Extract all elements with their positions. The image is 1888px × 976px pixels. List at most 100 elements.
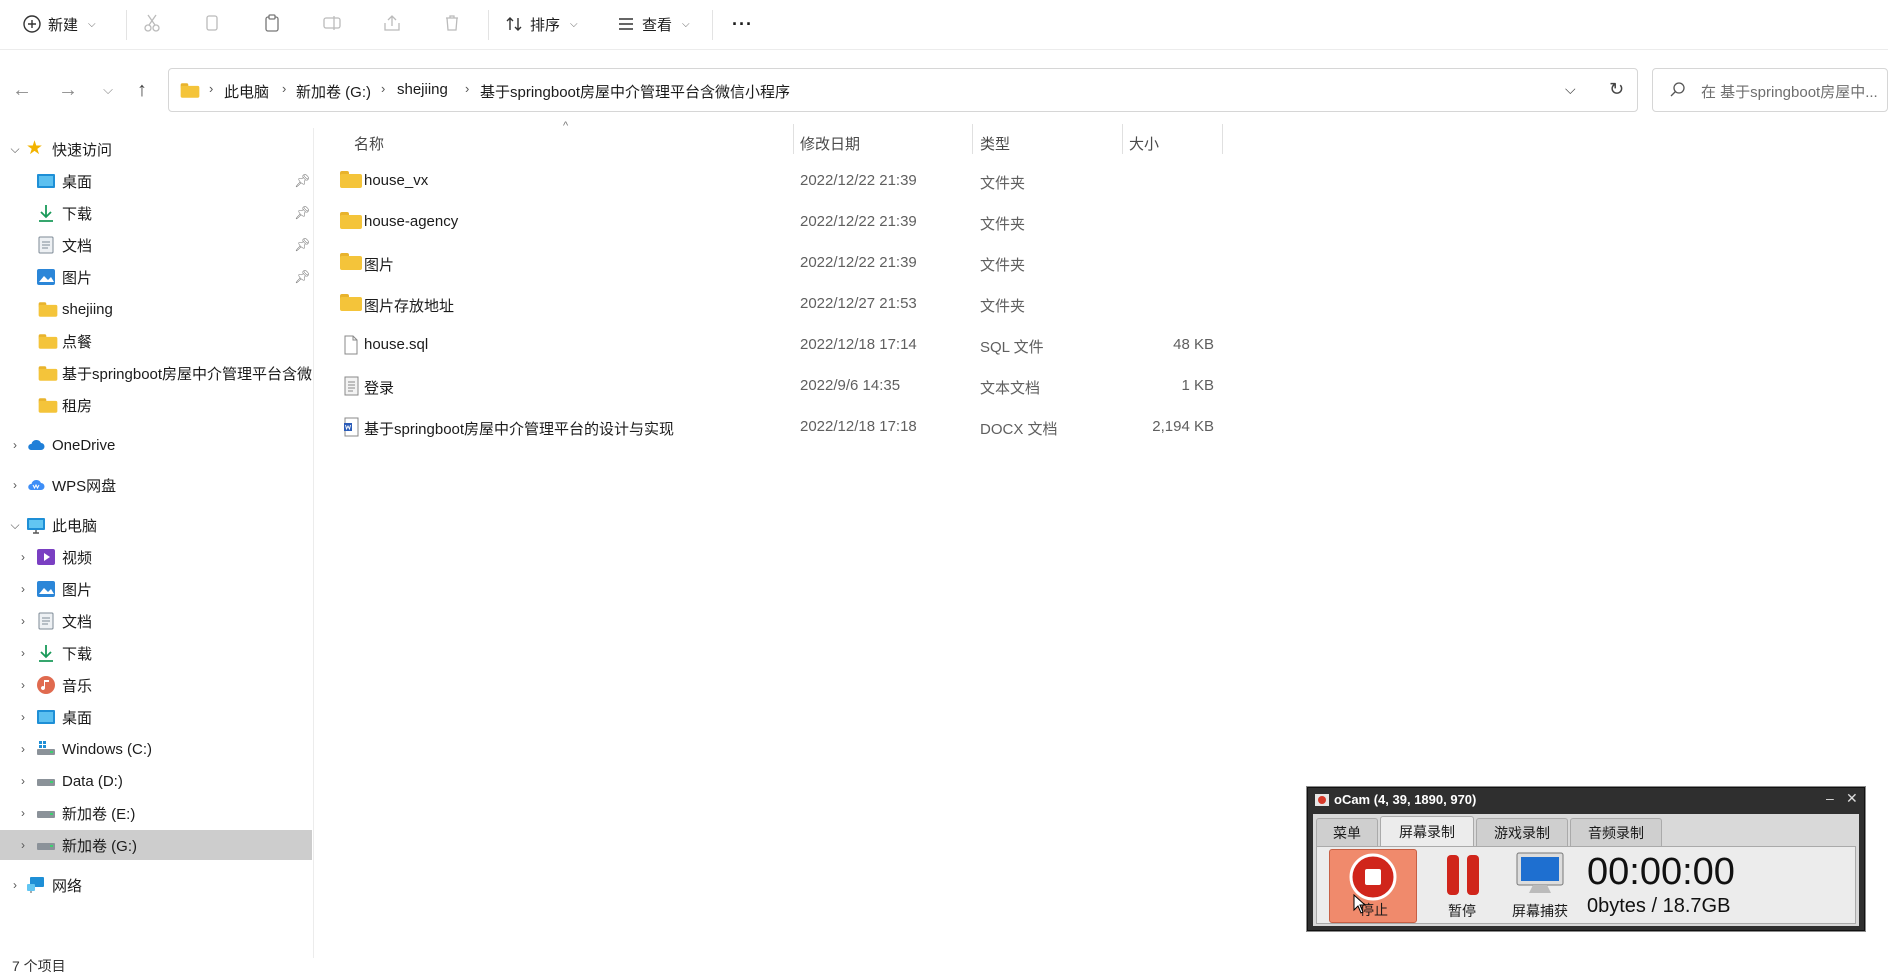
address-bar[interactable]: › 此电脑 › 新加卷 (G:) › shejiing › 基于springbo… (168, 68, 1638, 112)
pause-button[interactable]: 暂停 (1425, 849, 1499, 923)
column-divider[interactable] (1122, 124, 1123, 154)
tab-menu[interactable]: 菜单 (1316, 818, 1378, 846)
tab-screen-record[interactable]: 屏幕录制 (1380, 816, 1474, 846)
sidebar-item-drive-d[interactable]: › Data (D:) (0, 766, 312, 796)
sidebar-item-pictures[interactable]: 图片 📌︎ (0, 262, 312, 292)
text-file-icon (344, 376, 359, 396)
file-name: house-agency (364, 213, 459, 230)
forward-arrow-icon[interactable]: → (56, 78, 80, 102)
sidebar-item-springboot-folder[interactable]: 基于springboot房屋中介管理平台含微 (0, 358, 312, 388)
view-button[interactable]: 查看 ⌵ (616, 8, 690, 40)
pin-icon[interactable]: 📌︎ (294, 173, 311, 189)
sidebar-item-drive-c[interactable]: › Windows (C:) (0, 734, 312, 764)
file-type: 文件夹 (980, 216, 1026, 233)
drive-icon (37, 843, 55, 850)
refresh-icon[interactable]: ↻ (1609, 79, 1624, 100)
sidebar-item-shejiing[interactable]: shejiing (0, 294, 312, 324)
sidebar-item-diancan[interactable]: 点餐 (0, 326, 312, 356)
file-name: 登录 (364, 380, 395, 397)
tab-audio-record[interactable]: 音频录制 (1570, 818, 1662, 846)
tab-game-record[interactable]: 游戏录制 (1476, 818, 1568, 846)
column-header-name[interactable]: 名称 (354, 128, 384, 158)
cut-icon[interactable] (140, 11, 164, 35)
column-divider[interactable] (793, 124, 794, 154)
back-arrow-icon[interactable]: ← (10, 78, 34, 102)
sidebar-item-quick-access[interactable]: ⌵ ★ 快速访问 (0, 134, 312, 164)
up-arrow-icon[interactable]: ↑ (130, 78, 154, 102)
file-row[interactable]: 图片 2022/12/22 21:39 文件夹 (336, 243, 1226, 283)
sidebar-item-onedrive[interactable]: › OneDrive (0, 430, 312, 460)
sort-button[interactable]: 排序 ⌵ (504, 8, 578, 40)
file-row[interactable]: house-agency 2022/12/22 21:39 文件夹 (336, 202, 1226, 242)
column-divider[interactable] (1222, 124, 1223, 154)
sidebar-item-drive-e[interactable]: › 新加卷 (E:) (0, 798, 312, 828)
sidebar-item-wps[interactable]: › WPS网盘 (0, 470, 312, 500)
sort-ascending-icon: ^ (563, 120, 569, 132)
chevron-right-icon: › (21, 678, 25, 692)
recent-locations-chevron-icon[interactable]: ⌵ (96, 78, 120, 102)
folder-icon (340, 294, 362, 314)
sidebar-item-pc-desktop[interactable]: › 桌面 (0, 702, 312, 732)
address-dropdown-chevron-icon[interactable]: ⌵ (1565, 81, 1576, 98)
pin-icon[interactable]: 📌︎ (294, 237, 311, 253)
sidebar-item-drive-g[interactable]: › 新加卷 (G:) (0, 830, 312, 860)
paste-icon[interactable] (260, 11, 284, 35)
screen-capture-button[interactable]: 屏幕捕获 (1503, 849, 1577, 923)
new-button[interactable]: 新建 ⌵ (22, 8, 96, 40)
sidebar-item-network[interactable]: › 网络 (0, 870, 312, 900)
file-row[interactable]: 登录 2022/9/6 14:35 文本文档 1 KB (336, 366, 1226, 406)
stop-button[interactable]: 停止 (1329, 849, 1417, 923)
sidebar-item-this-pc[interactable]: ⌵ 此电脑 (0, 510, 312, 540)
breadcrumb-shejiing[interactable]: shejiing (397, 81, 448, 98)
sidebar-item-label: 下载 (62, 205, 93, 223)
sidebar-item-pc-downloads[interactable]: › 下载 (0, 638, 312, 668)
file-row[interactable]: house_vx 2022/12/22 21:39 文件夹 (336, 161, 1226, 201)
breadcrumb-this-pc[interactable]: 此电脑 (224, 81, 269, 102)
divider (712, 10, 713, 40)
file-row[interactable]: 基于springboot房屋中介管理平台的设计与实现 2022/12/18 17… (336, 407, 1226, 447)
minimize-icon[interactable]: – (1826, 790, 1834, 806)
sidebar-item-documents[interactable]: 文档 📌︎ (0, 230, 312, 260)
search-box[interactable]: 在 基于springboot房屋中... (1652, 68, 1888, 112)
file-row[interactable]: house.sql 2022/12/18 17:14 SQL 文件 48 KB (336, 325, 1226, 365)
breadcrumb-drive-g[interactable]: 新加卷 (G:) (296, 81, 371, 102)
sidebar-item-downloads[interactable]: 下载 📌︎ (0, 198, 312, 228)
sidebar-item-label: 视频 (62, 549, 93, 567)
folder-icon (38, 397, 58, 413)
sidebar-item-label: 图片 (62, 581, 93, 599)
rename-icon[interactable] (320, 11, 344, 35)
pin-icon[interactable]: 📌︎ (294, 205, 311, 221)
more-options-button[interactable]: ··· (732, 8, 753, 40)
column-header-date[interactable]: 修改日期 (800, 128, 860, 158)
view-label: 查看 (642, 16, 673, 34)
column-header-size[interactable]: 大小 (1129, 128, 1159, 158)
tab-label: 屏幕录制 (1399, 823, 1455, 840)
video-icon (37, 549, 55, 565)
sidebar-item-pc-documents[interactable]: › 文档 (0, 606, 312, 636)
column-divider[interactable] (972, 124, 973, 154)
breadcrumb-chevron-icon: › (209, 81, 214, 96)
computer-icon (27, 518, 45, 534)
sidebar-item-zufang[interactable]: 租房 (0, 390, 312, 420)
sidebar-item-videos[interactable]: › 视频 (0, 542, 312, 572)
sidebar-item-label: Windows (C:) (62, 740, 153, 758)
pin-icon[interactable]: 📌︎ (294, 269, 311, 285)
sidebar-item-label: 此电脑 (52, 517, 98, 535)
close-icon[interactable]: ✕ (1846, 790, 1858, 807)
divider (488, 10, 489, 40)
share-icon[interactable] (380, 11, 404, 35)
chevron-right-icon: › (21, 582, 25, 596)
file-date: 2022/12/22 21:39 (800, 172, 917, 189)
copy-icon[interactable] (200, 11, 224, 35)
file-name: 图片存放地址 (364, 298, 455, 315)
delete-icon[interactable] (440, 11, 464, 35)
mouse-cursor-icon (1353, 894, 1367, 914)
sidebar-item-desktop[interactable]: 桌面 📌︎ (0, 166, 312, 196)
sort-icon (506, 17, 522, 31)
breadcrumb-current-folder[interactable]: 基于springboot房屋中介管理平台含微信小程序 (480, 81, 790, 102)
sidebar-item-pc-pictures[interactable]: › 图片 (0, 574, 312, 604)
file-row[interactable]: 图片存放地址 2022/12/27 21:53 文件夹 (336, 284, 1226, 324)
sidebar-item-music[interactable]: › 音乐 (0, 670, 312, 700)
column-header-type[interactable]: 类型 (980, 128, 1010, 158)
tab-label: 菜单 (1333, 824, 1361, 841)
